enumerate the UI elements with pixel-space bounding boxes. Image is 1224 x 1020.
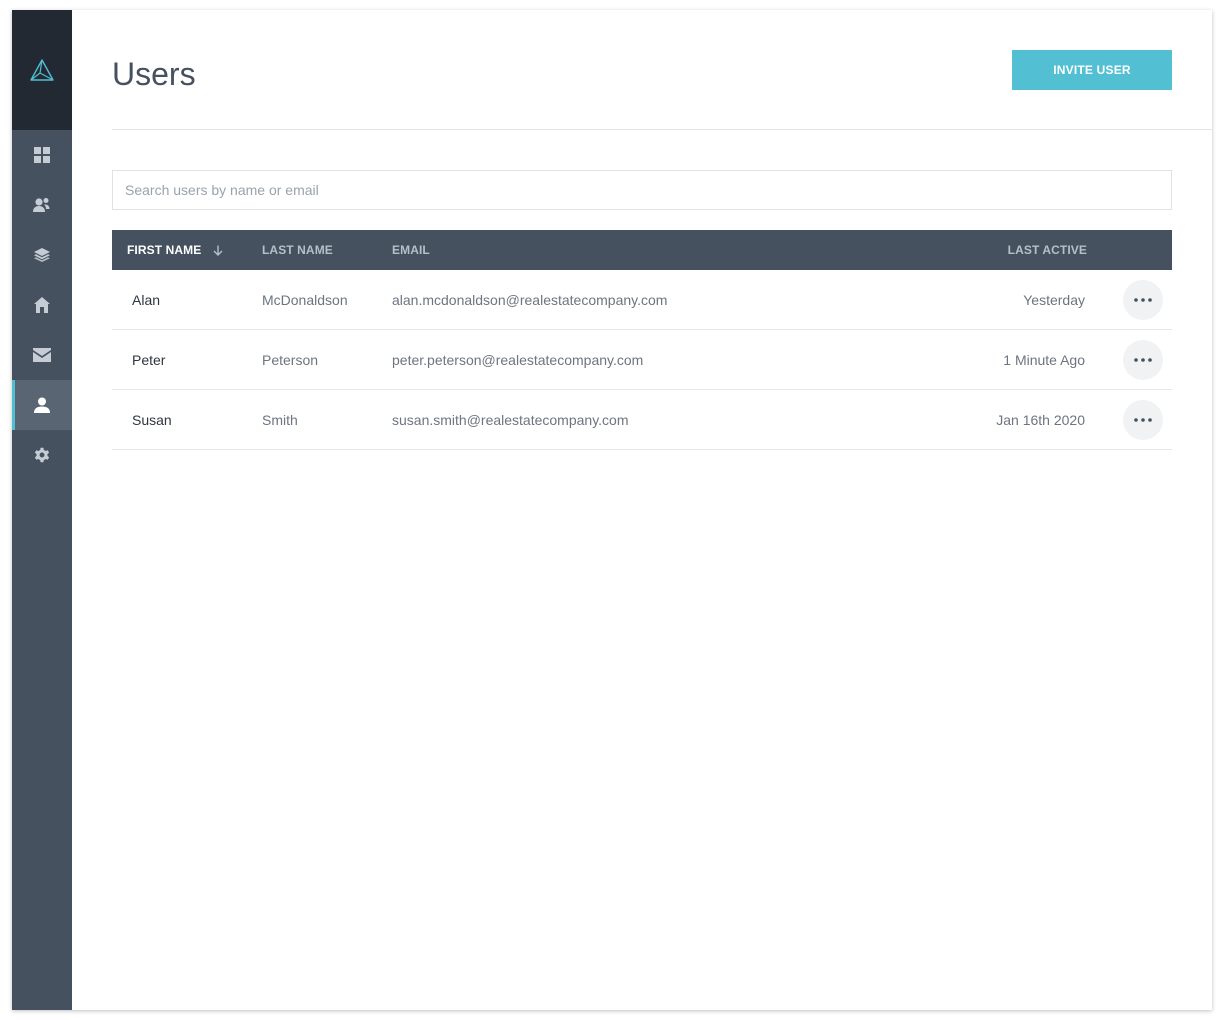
more-horizontal-icon: [1134, 417, 1152, 422]
table-header: FIRST NAME LAST NAME EMAIL LAST ACTIVE: [112, 230, 1172, 270]
row-actions-button[interactable]: [1123, 399, 1163, 440]
sidebar-item-users[interactable]: [12, 380, 72, 430]
gear-icon: [34, 447, 50, 463]
invite-user-button[interactable]: INVITE USER: [1012, 50, 1172, 90]
logo-icon: [30, 59, 54, 81]
main-content: Users INVITE USER FIRST NAME LAST NAME E…: [72, 10, 1212, 1010]
cell-last-name: Peterson: [262, 351, 319, 368]
column-header-first-name[interactable]: FIRST NAME: [127, 230, 223, 270]
sidebar: [12, 10, 72, 1010]
cell-first-name: Peter: [132, 351, 166, 368]
sort-down-icon: [213, 245, 223, 256]
table-row[interactable]: Susan Smith susan.smith@realestatecompan…: [112, 390, 1172, 450]
sidebar-item-properties[interactable]: [12, 280, 72, 330]
cell-email: susan.smith@realestatecompany.com: [392, 411, 629, 428]
page-header: Users INVITE USER: [112, 10, 1212, 130]
more-horizontal-icon: [1134, 357, 1152, 362]
user-icon: [34, 397, 50, 413]
cell-email: peter.peterson@realestatecompany.com: [392, 351, 644, 368]
cell-first-name: Susan: [132, 411, 172, 428]
cell-email: alan.mcdonaldson@realestatecompany.com: [392, 291, 668, 308]
table-row[interactable]: Alan McDonaldson alan.mcdonaldson@reales…: [112, 270, 1172, 330]
more-horizontal-icon: [1134, 297, 1152, 302]
column-label: FIRST NAME: [127, 243, 202, 257]
sidebar-item-contacts[interactable]: [12, 180, 72, 230]
table-row[interactable]: Peter Peterson peter.peterson@realestate…: [112, 330, 1172, 390]
sidebar-item-settings[interactable]: [12, 430, 72, 480]
users-table: FIRST NAME LAST NAME EMAIL LAST ACTIVE A…: [112, 230, 1172, 450]
cell-last-active: Yesterday: [1023, 291, 1085, 308]
row-actions-button[interactable]: [1123, 279, 1163, 320]
layers-icon: [34, 248, 50, 262]
column-header-last-active[interactable]: LAST ACTIVE: [1008, 230, 1087, 270]
search-input[interactable]: [112, 170, 1172, 210]
page-title: Users: [112, 56, 196, 92]
mail-icon: [33, 348, 51, 362]
sidebar-item-layers[interactable]: [12, 230, 72, 280]
grid-icon: [34, 147, 50, 163]
cell-last-name: Smith: [262, 411, 298, 428]
column-header-last-name[interactable]: LAST NAME: [262, 230, 333, 270]
cell-last-active: 1 Minute Ago: [1003, 351, 1085, 368]
cell-first-name: Alan: [132, 291, 161, 308]
cell-last-active: Jan 16th 2020: [996, 411, 1085, 428]
app-logo[interactable]: [12, 10, 72, 130]
column-header-email[interactable]: EMAIL: [392, 230, 430, 270]
app-window: Users INVITE USER FIRST NAME LAST NAME E…: [12, 10, 1212, 1010]
sidebar-item-dashboard[interactable]: [12, 130, 72, 180]
row-actions-button[interactable]: [1123, 339, 1163, 380]
home-icon: [34, 297, 50, 313]
contacts-icon: [33, 198, 50, 212]
cell-last-name: McDonaldson: [262, 291, 348, 308]
sidebar-item-mail[interactable]: [12, 330, 72, 380]
